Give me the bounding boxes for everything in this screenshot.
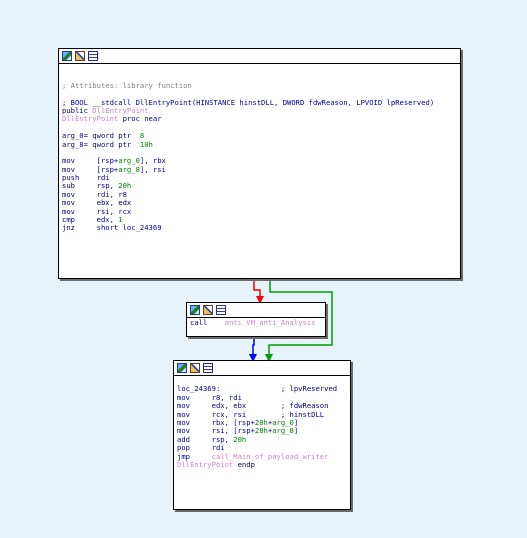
edit-icon[interactable] bbox=[75, 51, 85, 61]
code-token: endp bbox=[233, 459, 255, 469]
edit-icon[interactable] bbox=[190, 363, 200, 373]
grid-icon[interactable] bbox=[203, 363, 213, 373]
block-header bbox=[174, 361, 350, 376]
code-token: call bbox=[190, 318, 225, 327]
code-token: jnz short loc_24369 bbox=[62, 223, 162, 233]
code-token: ; Attributes: library function bbox=[62, 80, 192, 90]
block-code[interactable]: call anti_VM_anti_Analysis bbox=[187, 318, 325, 328]
grid-icon[interactable] bbox=[88, 51, 98, 61]
code-token: proc near bbox=[118, 114, 162, 124]
code-token: arg_8 bbox=[272, 426, 294, 436]
edge-false-branch[interactable] bbox=[253, 278, 264, 304]
block-header bbox=[59, 49, 460, 64]
code-token: arg_8 bbox=[118, 164, 140, 174]
code-line[interactable]: call anti_VM_anti_Analysis bbox=[190, 318, 322, 327]
code-line[interactable]: mov [rsp+arg_8], rsi bbox=[62, 164, 457, 174]
code-token: 28h bbox=[254, 426, 268, 436]
code-line[interactable]: ; Attributes: library function bbox=[62, 80, 457, 90]
code-token: DllEntryPoint bbox=[62, 114, 119, 124]
code-token: 10h bbox=[139, 139, 153, 149]
grid-icon[interactable] bbox=[216, 305, 226, 315]
graph-icon[interactable] bbox=[177, 363, 187, 373]
graph-view[interactable]: ; Attributes: library function; BOOL __s… bbox=[0, 0, 527, 538]
code-line[interactable]: DllEntryPoint proc near bbox=[62, 115, 457, 123]
edge-fallthrough[interactable] bbox=[249, 336, 257, 362]
code-line[interactable]: DllEntryPoint endp bbox=[177, 459, 347, 469]
code-token: anti_VM_anti_Analysis bbox=[224, 318, 316, 327]
code-token: 20h bbox=[233, 434, 247, 444]
block-header bbox=[187, 303, 325, 318]
block-dllentrypoint[interactable]: ; Attributes: library function; BOOL __s… bbox=[58, 48, 461, 279]
edit-icon[interactable] bbox=[203, 305, 213, 315]
code-token: ] bbox=[293, 426, 299, 436]
code-line[interactable] bbox=[62, 65, 457, 73]
graph-icon[interactable] bbox=[190, 305, 200, 315]
code-line[interactable]: jnz short loc_24369 bbox=[62, 224, 457, 232]
block-anti-vm-call[interactable]: call anti_VM_anti_Analysis bbox=[186, 302, 326, 337]
graph-icon[interactable] bbox=[62, 51, 72, 61]
block-loc-24369[interactable]: loc_24369: ; lpvReserved mov r8, rdi mov e… bbox=[173, 360, 351, 510]
code-token: arg_8= qword ptr bbox=[62, 139, 140, 149]
block-code[interactable]: ; Attributes: library function; BOOL __s… bbox=[59, 64, 460, 234]
code-line[interactable]: arg_8= qword ptr 10h bbox=[62, 139, 457, 149]
block-code[interactable]: loc_24369: ; lpvReserved mov r8, rdi mov e… bbox=[174, 376, 350, 470]
code-token: DllEntryPoint bbox=[177, 459, 234, 469]
code-token: ], rsi bbox=[139, 164, 166, 174]
